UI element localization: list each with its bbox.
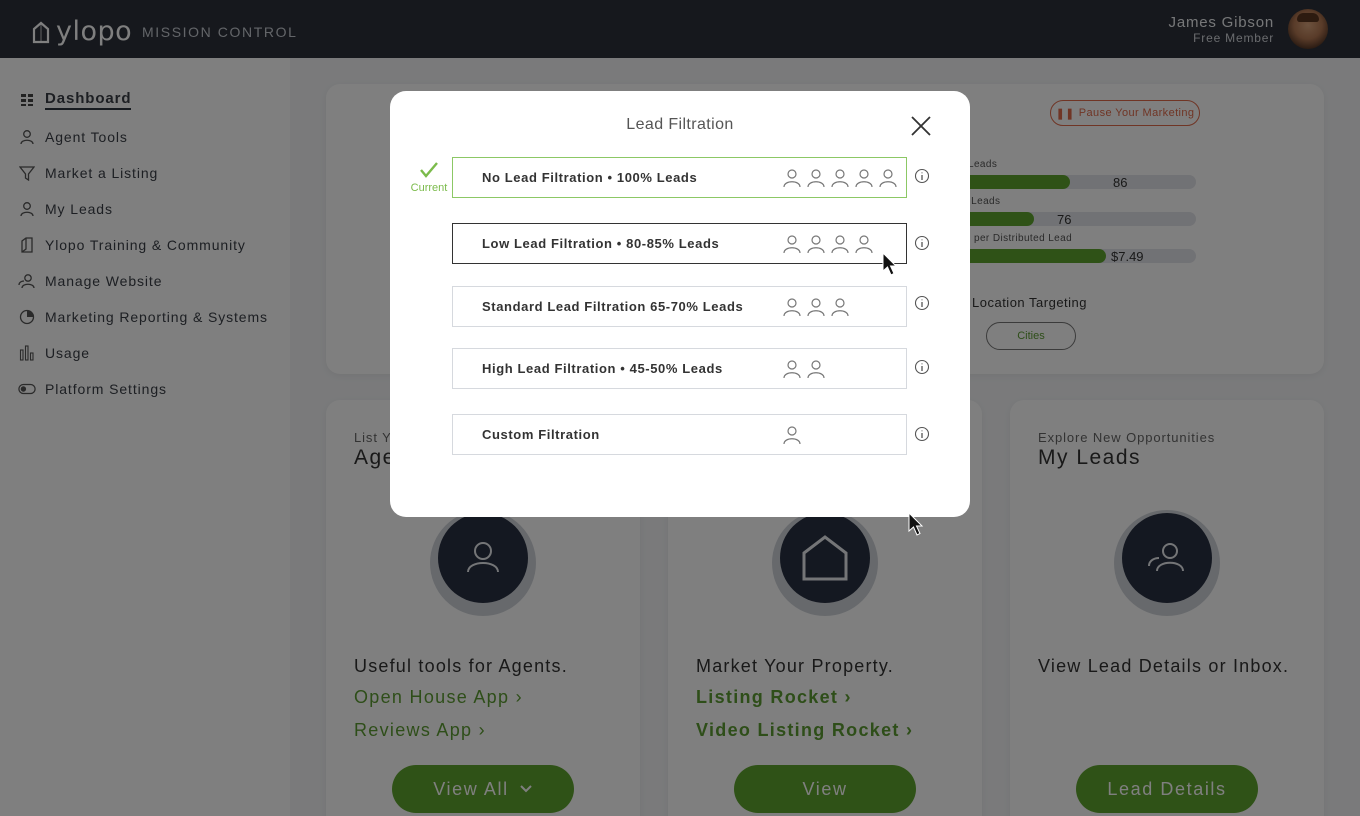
info-icon[interactable] xyxy=(914,295,930,311)
info-icon[interactable] xyxy=(914,168,930,184)
lead-filtration-modal: Lead Filtration Current No Lead Filtrati… xyxy=(390,91,970,517)
option-standard-filtration[interactable]: Standard Lead Filtration 65-70% Leads xyxy=(452,286,907,327)
mouse-cursor-icon xyxy=(882,252,898,276)
person-icon xyxy=(783,169,801,188)
checkmark-icon xyxy=(420,162,438,178)
person-icon xyxy=(879,169,897,188)
mouse-cursor-icon xyxy=(908,512,924,536)
person-icon xyxy=(831,298,849,317)
option-label: Low Lead Filtration • 80-85% Leads xyxy=(482,236,720,251)
person-icon xyxy=(855,169,873,188)
person-icon xyxy=(783,360,801,379)
info-icon[interactable] xyxy=(914,235,930,251)
people-icons xyxy=(782,168,898,188)
option-high-filtration[interactable]: High Lead Filtration • 45-50% Leads xyxy=(452,348,907,389)
option-label: Custom Filtration xyxy=(482,427,600,442)
close-icon[interactable] xyxy=(910,115,932,137)
person-icon xyxy=(807,169,825,188)
person-icon xyxy=(807,235,825,254)
option-label: Standard Lead Filtration 65-70% Leads xyxy=(482,299,744,314)
person-icon xyxy=(783,235,801,254)
person-icon xyxy=(807,298,825,317)
option-custom-filtration[interactable]: Custom Filtration xyxy=(452,414,907,455)
option-no-filtration[interactable]: No Lead Filtration • 100% Leads xyxy=(452,157,907,198)
people-icons xyxy=(782,234,874,254)
person-icon xyxy=(855,235,873,254)
modal-title: Lead Filtration xyxy=(626,116,734,133)
option-label: No Lead Filtration • 100% Leads xyxy=(482,170,698,185)
people-icons xyxy=(782,425,802,445)
current-label: Current xyxy=(410,182,448,194)
person-icon xyxy=(831,169,849,188)
person-icon xyxy=(783,298,801,317)
current-indicator: Current xyxy=(408,161,450,194)
people-icons xyxy=(782,297,850,317)
option-low-filtration[interactable]: Low Lead Filtration • 80-85% Leads xyxy=(452,223,907,264)
people-icons xyxy=(782,359,826,379)
info-icon[interactable] xyxy=(914,359,930,375)
person-icon xyxy=(783,426,801,445)
person-icon xyxy=(831,235,849,254)
info-icon[interactable] xyxy=(914,426,930,442)
option-label: High Lead Filtration • 45-50% Leads xyxy=(482,361,723,376)
person-icon xyxy=(807,360,825,379)
